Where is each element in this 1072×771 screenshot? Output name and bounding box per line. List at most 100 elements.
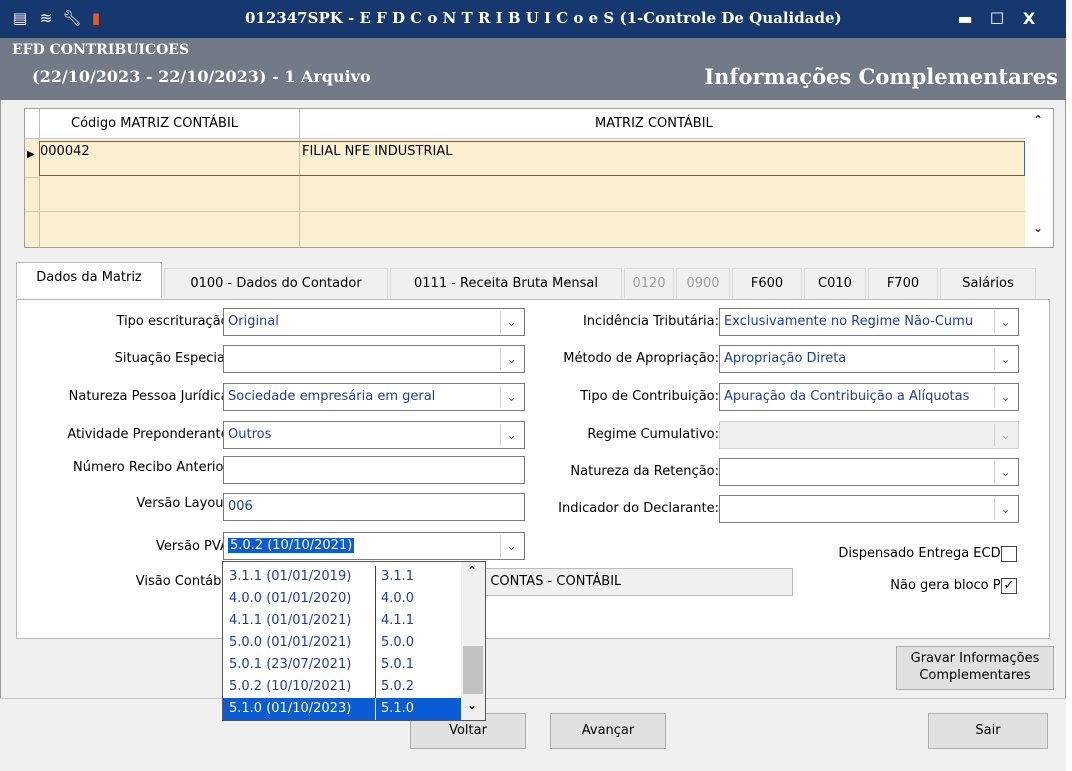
nao-gera-bloco-p-checkbox[interactable]: ✓ <box>1001 578 1017 594</box>
versao-pva-value: 5.0.2 (10/10/2021) <box>228 538 355 553</box>
list-item[interactable]: 5.0.1 (23/07/2021) 5.0.1 <box>223 654 461 676</box>
regime-cumulativo-select[interactable]: ⌄ <box>719 421 1019 449</box>
tipo-escrituracao-label: Tipo escrituração: <box>116 314 233 329</box>
incidencia-select[interactable]: Exclusivamente no Regime Não-Cumu ⌄ <box>719 308 1019 336</box>
book-icon[interactable]: ▮ <box>86 8 106 28</box>
chevron-down-icon[interactable]: ⌄ <box>500 348 522 370</box>
app-name: EFD CONTRIBUICOES <box>12 42 190 58</box>
scroll-down-icon[interactable]: ⌄ <box>1033 221 1043 235</box>
option-code: 5.0.1 <box>381 657 415 672</box>
versao-pva-select[interactable]: 5.0.2 (10/10/2021) ⌄ <box>223 532 525 560</box>
tab-f600[interactable]: F600 <box>732 268 802 298</box>
natureza-retencao-select[interactable]: ⌄ <box>719 458 1019 486</box>
chevron-down-icon[interactable]: ⌄ <box>500 311 522 333</box>
tab-0900[interactable]: 0900 <box>676 268 730 298</box>
option-version: 5.0.1 (23/07/2021) <box>229 657 352 672</box>
grid-row-line <box>25 211 1025 212</box>
option-version: 4.1.1 (01/01/2021) <box>229 613 352 628</box>
list-item[interactable]: 5.0.2 (10/10/2021) 5.0.2 <box>223 676 461 698</box>
chevron-down-icon[interactable]: ⌄ <box>500 424 522 446</box>
chevron-down-icon[interactable]: ⌄ <box>994 498 1016 520</box>
chevron-down-icon[interactable]: ⌄ <box>994 348 1016 370</box>
grid-scrollbar[interactable]: ⌃ ⌄ <box>1025 109 1053 247</box>
dispensado-ecd-checkbox[interactable] <box>1001 546 1017 562</box>
bottom-bar <box>0 698 1066 771</box>
option-divider <box>375 610 376 632</box>
dropdown-scrollbar[interactable]: ⌃ ⌄ <box>461 562 485 720</box>
dispensado-ecd-label: Dispensado Entrega ECD: <box>838 546 1005 561</box>
natureza-retencao-label: Natureza da Retenção: <box>570 464 719 479</box>
list-item[interactable]: 4.0.0 (01/01/2020) 4.0.0 <box>223 588 461 610</box>
atividade-label: Atividade Preponderante: <box>67 427 233 442</box>
menu-icon[interactable]: ▤ <box>10 8 30 28</box>
indicador-declarante-select[interactable]: ⌄ <box>719 495 1019 523</box>
option-code: 4.0.0 <box>381 591 415 606</box>
option-divider <box>375 588 376 610</box>
grid-divider <box>299 109 300 247</box>
stack-icon[interactable]: ≋ <box>36 8 56 28</box>
tipo-escrituracao-select[interactable]: Original ⌄ <box>223 308 525 336</box>
metodo-label: Método de Apropriação: <box>563 351 719 366</box>
avancar-button[interactable]: Avançar <box>550 713 666 749</box>
tab-salarios[interactable]: Salários <box>940 268 1036 298</box>
metodo-select[interactable]: Apropriação Direta ⌄ <box>719 345 1019 373</box>
gravar-label-1: Gravar Informações <box>910 651 1040 666</box>
chevron-down-icon[interactable]: ⌄ <box>500 386 522 408</box>
tab-receita-bruta[interactable]: 0111 - Receita Bruta Mensal <box>390 268 622 298</box>
numero-recibo-input[interactable] <box>223 456 525 484</box>
nao-gera-bloco-p-label: Não gera bloco P: <box>890 578 1005 593</box>
incidencia-value: Exclusivamente no Regime Não-Cumu <box>724 314 974 329</box>
tab-f700[interactable]: F700 <box>868 268 938 298</box>
chevron-down-icon[interactable]: ⌄ <box>994 386 1016 408</box>
scroll-up-icon[interactable]: ⌃ <box>1033 113 1043 127</box>
column-header-code[interactable]: Código MATRIZ CONTÁBIL <box>71 116 238 131</box>
scroll-thumb[interactable] <box>463 646 483 694</box>
table-row[interactable]: 000042 FILIAL NFE INDUSTRIAL <box>39 141 1025 176</box>
scroll-down-icon[interactable]: ⌄ <box>467 698 477 712</box>
versao-layout-input[interactable]: 006 <box>223 493 525 521</box>
list-item[interactable]: 4.1.1 (01/01/2021) 4.1.1 <box>223 610 461 632</box>
metodo-value: Apropriação Direta <box>724 351 847 366</box>
tipo-contribuicao-select[interactable]: Apuração da Contribuição a Alíquotas ⌄ <box>719 383 1019 411</box>
row-pointer-icon: ▶ <box>27 149 35 160</box>
wrench-icon[interactable]: 🔧︎ <box>62 8 82 28</box>
natureza-pj-select[interactable]: Sociedade empresária em geral ⌄ <box>223 383 525 411</box>
chevron-down-icon[interactable]: ⌄ <box>994 424 1016 446</box>
regime-cumulativo-label: Regime Cumulativo: <box>587 427 719 442</box>
title-bar: ▤ ≋ 🔧︎ ▮ 012347SPK - E F D C o N T R I B… <box>0 0 1066 38</box>
option-divider <box>375 654 376 676</box>
list-item-selected[interactable]: 5.1.0 (01/10/2023) 5.1.0 <box>223 698 461 720</box>
row-name: FILIAL NFE INDUSTRIAL <box>302 144 453 159</box>
close-button[interactable]: X <box>1018 8 1040 30</box>
tab-dados-matriz[interactable]: Dados da Matriz <box>16 262 162 298</box>
tab-0120[interactable]: 0120 <box>624 268 674 298</box>
grid-row-line <box>25 177 39 178</box>
page-header: EFD CONTRIBUICOES (22/10/2023 - 22/10/20… <box>0 38 1066 100</box>
situacao-especial-select[interactable]: ⌄ <box>223 345 525 373</box>
tab-c010[interactable]: C010 <box>804 268 866 298</box>
list-item[interactable]: 5.0.0 (01/01/2021) 5.0.0 <box>223 632 461 654</box>
tab-strip: Dados da Matriz 0100 - Dados do Contador… <box>16 262 1046 300</box>
maximize-button[interactable]: ☐ <box>986 8 1008 30</box>
chevron-down-icon[interactable]: ⌄ <box>500 535 522 557</box>
column-header-name[interactable]: MATRIZ CONTÁBIL <box>595 116 713 131</box>
tipo-contribuicao-value: Apuração da Contribuição a Alíquotas <box>724 389 970 404</box>
option-version: 3.1.1 (01/01/2019) <box>229 569 352 584</box>
atividade-select[interactable]: Outros ⌄ <box>223 421 525 449</box>
matriz-grid[interactable]: Código MATRIZ CONTÁBIL MATRIZ CONTÁBIL ▶… <box>24 108 1054 248</box>
gravar-button[interactable]: Gravar Informações Complementares <box>896 646 1054 690</box>
chevron-down-icon[interactable]: ⌄ <box>994 461 1016 483</box>
chevron-down-icon[interactable]: ⌄ <box>994 311 1016 333</box>
minimize-button[interactable]: ▬ <box>954 8 976 30</box>
option-code: 4.1.1 <box>381 613 415 628</box>
tipo-escrituracao-value: Original <box>228 314 279 329</box>
list-item[interactable]: 3.1.1 (01/01/2019) 3.1.1 <box>223 566 461 588</box>
sair-button[interactable]: Sair <box>928 713 1048 749</box>
versao-pva-dropdown[interactable]: 3.1.1 (01/01/2019) 3.1.1 4.0.0 (01/01/20… <box>222 561 486 721</box>
section-title: Informações Complementares <box>704 64 1058 89</box>
option-divider <box>375 566 376 588</box>
scroll-up-icon[interactable]: ⌃ <box>467 564 477 578</box>
numero-recibo-label: Número Recibo Anterior: <box>73 460 233 475</box>
tab-dados-contador[interactable]: 0100 - Dados do Contador <box>164 268 388 298</box>
versao-pva-label: Versão PVA: <box>156 539 233 554</box>
